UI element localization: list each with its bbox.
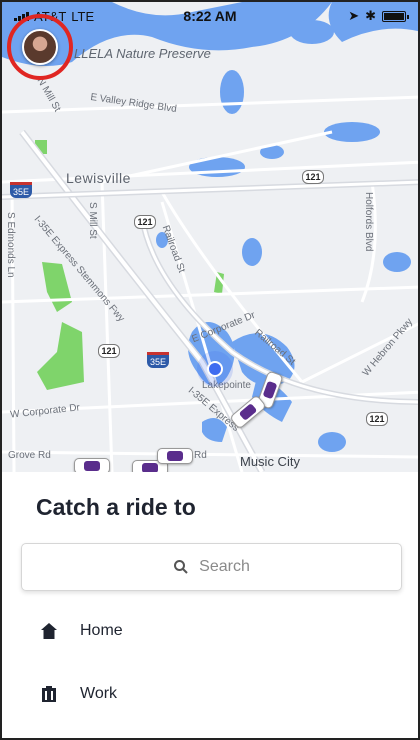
map-label-grove-rd: Grove Rd [8, 450, 51, 461]
shortcut-home[interactable]: Home [38, 620, 123, 642]
car-icon [74, 458, 110, 472]
profile-highlight-circle[interactable] [7, 14, 73, 80]
current-location-dot [207, 361, 223, 377]
status-time: 8:22 AM [183, 8, 237, 24]
shortcut-home-label: Home [80, 622, 123, 639]
briefcase-icon [38, 683, 60, 705]
home-icon [38, 620, 60, 642]
search-icon [174, 560, 188, 574]
app-frame: LLELA Nature Preserve Lewisville E Valle… [0, 0, 420, 740]
map-label-lakepointe: Lakepointe [202, 380, 251, 391]
ride-sheet: Catch a ride to Search Home Work [2, 472, 418, 738]
interstate-shield-35e: 35E [147, 352, 169, 368]
interstate-shield-35e: 35E [10, 182, 32, 198]
highway-shield-121: 121 [302, 170, 324, 184]
bluetooth-icon: ✱ [365, 8, 376, 23]
map-label-mill-st: S Mill St [87, 202, 98, 239]
battery-icon [382, 10, 409, 22]
map-label-rd: Rd [194, 450, 207, 461]
map-label-preserve: LLELA Nature Preserve [74, 46, 211, 61]
location-arrow-icon: ➤ [348, 8, 360, 23]
map-label-holfords: Holfords Blvd [363, 192, 374, 252]
map-label-music-city: Music City [240, 454, 300, 469]
highway-shield-121: 121 [366, 412, 388, 426]
highway-shield-121: 121 [134, 215, 156, 229]
shortcut-work-label: Work [80, 685, 118, 702]
search-placeholder: Search [199, 558, 250, 575]
map-label-city: Lewisville [66, 170, 131, 186]
profile-avatar[interactable] [22, 29, 58, 65]
highway-shield-121: 121 [98, 344, 120, 358]
search-input[interactable]: Search [21, 543, 402, 591]
car-icon [157, 448, 193, 464]
map-view[interactable]: LLELA Nature Preserve Lewisville E Valle… [2, 2, 418, 472]
sheet-title: Catch a ride to [36, 494, 196, 520]
shortcut-work[interactable]: Work [38, 683, 117, 705]
map-label-edmonds: S Edmonds Ln [5, 212, 16, 278]
network-label: LTE [71, 8, 95, 24]
